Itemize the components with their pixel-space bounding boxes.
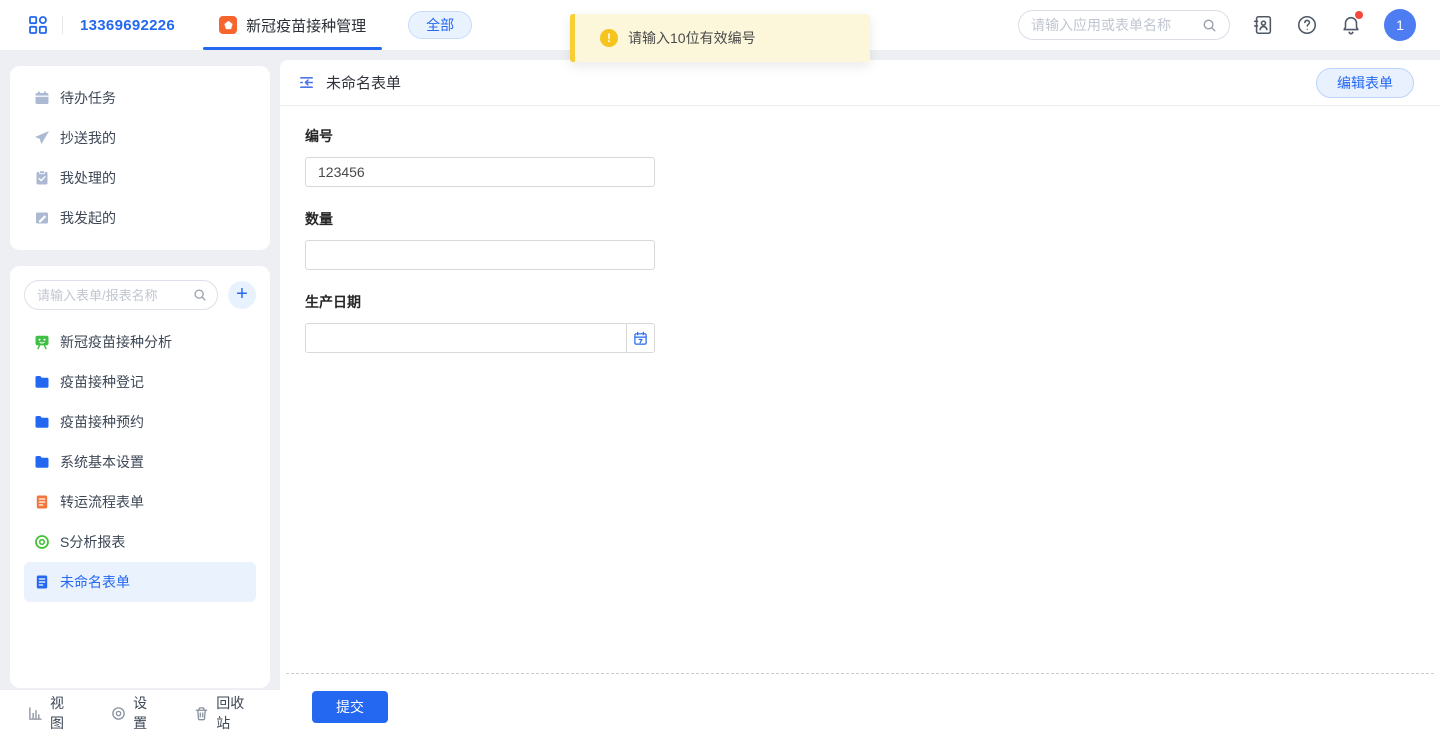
clipboard-check-icon xyxy=(34,170,50,186)
tab-app-vaccine-management[interactable]: 新冠疫苗接种管理 xyxy=(203,0,382,50)
sidebar-item-label: 我处理的 xyxy=(60,168,116,188)
forms-list-card: + 新冠疫苗接种分析 疫苗接种登记 疫苗接种预约 xyxy=(10,266,270,688)
quantity-field[interactable] xyxy=(305,240,655,270)
footer-item-label: 视图 xyxy=(50,693,73,733)
sidebar-item-label: 转运流程表单 xyxy=(60,492,144,512)
sidebar-item-label: 抄送我的 xyxy=(60,128,116,148)
header-right: 1 xyxy=(1018,9,1416,41)
field-group-number: 编号 xyxy=(305,126,1440,187)
views-button[interactable]: 视图 xyxy=(28,693,73,733)
form-search-row: + xyxy=(24,280,256,310)
sidebar-item-label: 新冠疫苗接种分析 xyxy=(60,332,172,352)
sidebar-item-vaccine-registration[interactable]: 疫苗接种登记 xyxy=(24,362,256,402)
recycle-bin-button[interactable]: 回收站 xyxy=(194,693,252,733)
header-divider xyxy=(62,16,63,34)
warning-toast: ! 请输入10位有效编号 xyxy=(570,14,870,62)
calendar-task-icon xyxy=(34,90,50,106)
sidebar-item-transfer-flow-form[interactable]: 转运流程表单 xyxy=(24,482,256,522)
active-tab-indicator xyxy=(203,47,382,50)
field-label: 生产日期 xyxy=(305,292,1440,312)
toast-accent-bar xyxy=(570,14,575,62)
sidebar-item-vaccine-analysis[interactable]: 新冠疫苗接种分析 xyxy=(24,322,256,362)
search-icon xyxy=(1202,18,1217,33)
sidebar-item-label: 未命名表单 xyxy=(60,572,130,592)
help-icon[interactable] xyxy=(1296,14,1318,36)
folder-icon xyxy=(34,374,50,390)
settings-button[interactable]: 设置 xyxy=(111,693,156,733)
field-label: 编号 xyxy=(305,126,1440,146)
production-date-input[interactable] xyxy=(306,324,626,352)
bar-chart-icon xyxy=(28,706,43,721)
sidebar-item-label: 我发起的 xyxy=(60,208,116,228)
field-label: 数量 xyxy=(305,209,1440,229)
global-search[interactable] xyxy=(1018,10,1230,40)
app-icon xyxy=(219,16,237,34)
sidebar-item-system-settings[interactable]: 系统基本设置 xyxy=(24,442,256,482)
footer-item-label: 设置 xyxy=(133,693,156,733)
document-orange-icon xyxy=(34,494,50,510)
contacts-icon[interactable] xyxy=(1252,14,1274,36)
target-report-icon xyxy=(34,534,50,550)
sidebar-item-todo-tasks[interactable]: 待办任务 xyxy=(24,78,256,118)
folder-icon xyxy=(34,414,50,430)
sidebar-item-cc-to-me[interactable]: 抄送我的 xyxy=(24,118,256,158)
sidebar-item-unnamed-form[interactable]: 未命名表单 xyxy=(24,562,256,602)
field-group-production-date: 生产日期 xyxy=(305,292,1440,353)
sidebar-item-handled-by-me[interactable]: 我处理的 xyxy=(24,158,256,198)
folder-icon xyxy=(34,454,50,470)
paper-plane-icon xyxy=(34,130,50,146)
sidebar-item-s-analysis-report[interactable]: S分析报表 xyxy=(24,522,256,562)
form-search-input[interactable] xyxy=(37,288,189,303)
sidebar-item-label: 系统基本设置 xyxy=(60,452,144,472)
trash-icon xyxy=(194,706,209,721)
form-search[interactable] xyxy=(24,280,218,310)
field-group-quantity: 数量 xyxy=(305,209,1440,270)
sidebar-item-label: S分析报表 xyxy=(60,532,125,552)
user-phone-number[interactable]: 13369692226 xyxy=(80,17,175,34)
apps-grid-icon[interactable] xyxy=(28,15,48,35)
edit-document-icon xyxy=(34,210,50,226)
form-body: 编号 数量 生产日期 xyxy=(280,106,1440,673)
footer-item-label: 回收站 xyxy=(216,693,252,733)
warning-icon: ! xyxy=(600,29,618,47)
settings-icon xyxy=(111,706,126,721)
global-search-input[interactable] xyxy=(1031,17,1196,33)
user-avatar[interactable]: 1 xyxy=(1384,9,1416,41)
sidebar-footer: 视图 设置 回收站 xyxy=(0,690,280,736)
production-date-field xyxy=(305,323,655,353)
dashboard-icon xyxy=(34,334,50,350)
number-field[interactable] xyxy=(305,157,655,187)
collapse-sidebar-icon[interactable] xyxy=(298,74,315,91)
form-footer: 提交 xyxy=(280,674,1440,736)
page-title: 未命名表单 xyxy=(326,72,401,93)
notifications-bell-icon[interactable] xyxy=(1340,14,1362,36)
main-content: 未命名表单 编辑表单 编号 数量 生产日期 xyxy=(280,60,1440,736)
submit-button[interactable]: 提交 xyxy=(312,691,388,723)
notification-dot xyxy=(1355,11,1363,19)
header-left: 13369692226 新冠疫苗接种管理 全部 xyxy=(28,0,472,50)
sidebar-item-label: 待办任务 xyxy=(60,88,116,108)
filter-all-button[interactable]: 全部 xyxy=(408,11,472,39)
app-tab-label: 新冠疫苗接种管理 xyxy=(246,15,366,36)
sidebar-item-vaccine-appointment[interactable]: 疫苗接种预约 xyxy=(24,402,256,442)
add-form-button[interactable]: + xyxy=(228,281,256,309)
sidebar: 待办任务 抄送我的 我处理的 我发起的 xyxy=(0,50,280,736)
form-header: 未命名表单 编辑表单 xyxy=(280,60,1440,106)
task-menu-card: 待办任务 抄送我的 我处理的 我发起的 xyxy=(10,66,270,250)
document-blue-icon xyxy=(34,574,50,590)
top-header: 13369692226 新冠疫苗接种管理 全部 ! 请输入10位有效编号 xyxy=(0,0,1440,50)
sidebar-item-initiated-by-me[interactable]: 我发起的 xyxy=(24,198,256,238)
toast-message: 请输入10位有效编号 xyxy=(628,28,756,48)
edit-form-button[interactable]: 编辑表单 xyxy=(1316,68,1414,98)
sidebar-item-label: 疫苗接种登记 xyxy=(60,372,144,392)
search-icon xyxy=(193,288,207,302)
calendar-picker-icon[interactable] xyxy=(626,324,654,352)
page-layout: 待办任务 抄送我的 我处理的 我发起的 xyxy=(0,50,1440,736)
sidebar-item-label: 疫苗接种预约 xyxy=(60,412,144,432)
